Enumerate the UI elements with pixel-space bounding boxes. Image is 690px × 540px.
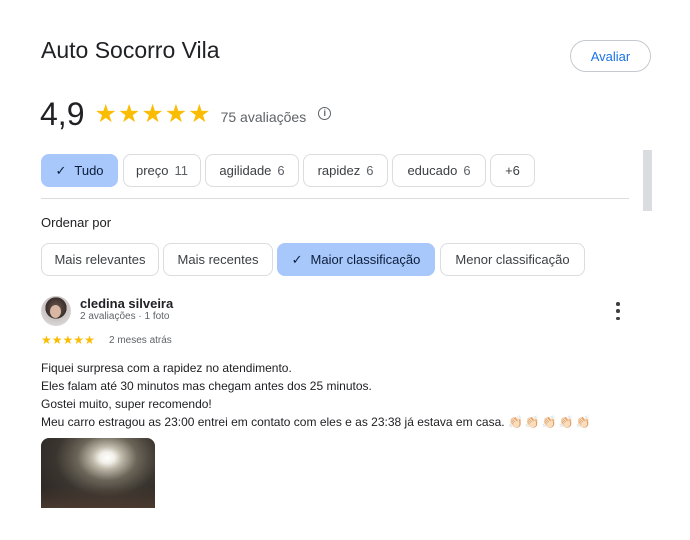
check-icon: ✓: [291, 251, 303, 267]
review-line-last: Meu carro estragou as 23:00 entrei em co…: [41, 413, 641, 431]
avatar[interactable]: [41, 296, 71, 326]
review-line: Gostei muito, super recomendo!: [41, 397, 212, 411]
rating-stars: ★ ★ ★ ★ ★: [94, 99, 211, 128]
review-date: 2 meses atrás: [109, 335, 172, 346]
star-icon: ★: [164, 99, 188, 128]
chip-count: 11: [174, 163, 189, 178]
star-icon: ★: [62, 333, 74, 347]
chip-more[interactable]: +6: [490, 154, 535, 187]
info-icon[interactable]: i: [318, 106, 332, 120]
place-title: Auto Socorro Vila: [41, 37, 220, 63]
sort-label-text: Mais recentes: [177, 252, 259, 267]
sort-lowest-rating[interactable]: Menor classificação: [440, 243, 585, 276]
rating-value: 4,9: [40, 95, 85, 132]
review-line: Fiquei surpresa com a rapidez no atendim…: [41, 361, 292, 375]
check-icon: ✓: [55, 162, 67, 178]
scrollbar[interactable]: [643, 150, 652, 211]
review-text: Fiquei surpresa com a rapidez no atendim…: [41, 359, 641, 431]
rate-button[interactable]: Avaliar: [570, 40, 651, 72]
star-icon: ★: [117, 99, 141, 128]
sort-most-recent[interactable]: Mais recentes: [163, 243, 273, 276]
star-icon: ★: [51, 333, 63, 347]
sort-label: Ordenar por: [41, 215, 112, 230]
review-stars: ★ ★ ★ ★ ★: [41, 334, 95, 346]
chip-tudo[interactable]: ✓ Tudo: [41, 154, 118, 187]
chip-educado[interactable]: educado 6: [392, 154, 486, 187]
sort-label-text: Mais relevantes: [54, 252, 146, 267]
sort-label-text: Menor classificação: [455, 252, 570, 267]
star-icon: ★: [94, 99, 117, 128]
star-icon: ★: [188, 99, 211, 128]
chip-count: 6: [463, 163, 471, 178]
rating-summary: 4,9 ★ ★ ★ ★ ★ 75 avaliações i: [40, 94, 332, 134]
chip-label: preço: [135, 163, 169, 178]
chip-label: educado: [407, 163, 458, 178]
reviewer-meta: 2 avaliações · 1 foto: [80, 311, 170, 322]
chip-agilidade[interactable]: agilidade 6: [205, 154, 299, 187]
chip-rapidez[interactable]: rapidez 6: [303, 154, 388, 187]
review-photo[interactable]: [41, 438, 155, 508]
review-count: 75 avaliações: [220, 109, 307, 125]
star-icon: ★: [73, 333, 85, 347]
divider: [41, 198, 629, 199]
chip-preco[interactable]: preço 11: [123, 154, 201, 187]
star-icon: ★: [84, 333, 95, 347]
more-options-icon[interactable]: [612, 302, 624, 320]
clap-emoji: 👏🏻👏🏻👏🏻👏🏻👏🏻: [507, 415, 593, 429]
chip-label: rapidez: [317, 163, 361, 178]
chip-label: Tudo: [74, 163, 104, 178]
review-line: Eles falam até 30 minutos mas chegam ant…: [41, 379, 372, 393]
chip-label: +6: [505, 163, 520, 178]
star-icon: ★: [41, 333, 52, 347]
reviewer-name[interactable]: cledina silveira: [80, 296, 173, 311]
sort-label-text: Maior classificação: [310, 252, 421, 267]
sort-highest-rating[interactable]: ✓ Maior classificação: [277, 243, 435, 276]
sort-most-relevant[interactable]: Mais relevantes: [41, 243, 159, 276]
chip-count: 6: [277, 163, 285, 178]
chip-label: agilidade: [219, 163, 272, 178]
chip-count: 6: [366, 163, 374, 178]
review-line: Meu carro estragou as 23:00 entrei em co…: [41, 415, 505, 429]
star-icon: ★: [141, 99, 164, 128]
